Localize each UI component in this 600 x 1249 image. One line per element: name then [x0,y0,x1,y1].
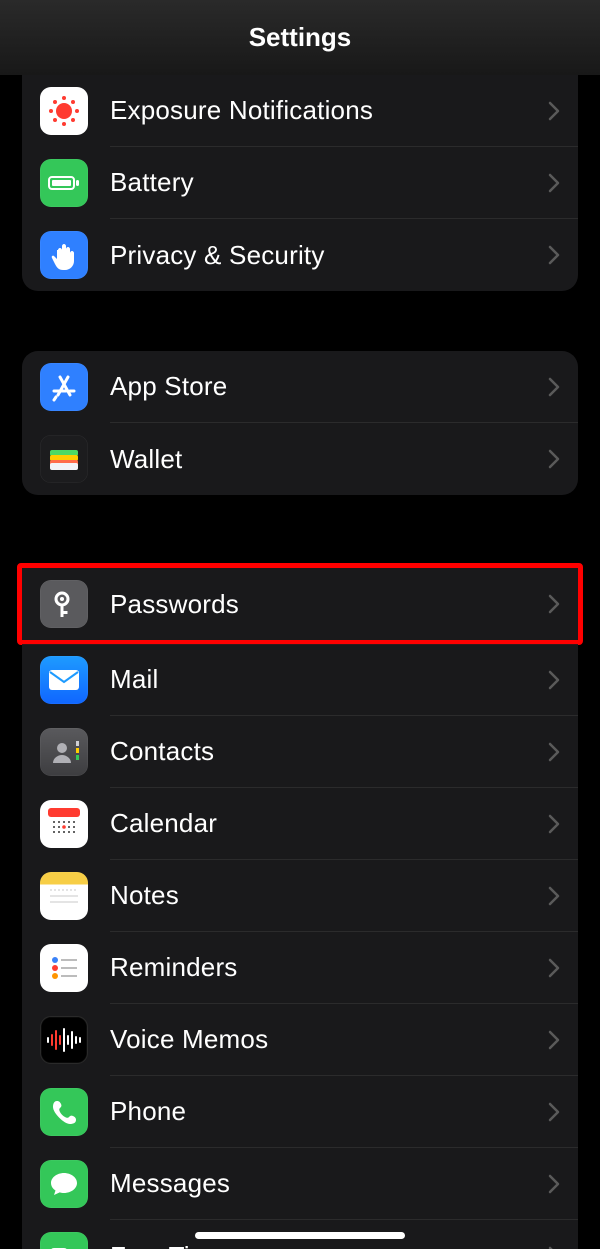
row-label: Contacts [110,736,214,767]
row-phone[interactable]: Phone [22,1076,578,1148]
row-messages[interactable]: Messages [22,1148,578,1220]
wallet-icon [40,435,88,483]
row-label: Passwords [110,589,239,620]
chevron-right-icon [548,886,560,906]
row-notes[interactable]: Notes [22,860,578,932]
row-reminders[interactable]: Reminders [22,932,578,1004]
row-privacy-security[interactable]: Privacy & Security [22,219,578,291]
reminders-icon [40,944,88,992]
header: Settings [0,0,600,75]
notes-icon [40,872,88,920]
chevron-right-icon [548,958,560,978]
app-store-icon [40,363,88,411]
row-label: Mail [110,664,158,695]
voice-memos-icon [40,1016,88,1064]
chevron-right-icon [548,1030,560,1050]
messages-icon [40,1160,88,1208]
chevron-right-icon [548,377,560,397]
phone-icon [40,1088,88,1136]
settings-group-system: Exposure Notifications Battery Privacy &… [22,75,578,291]
contacts-icon [40,728,88,776]
row-label: Reminders [110,952,238,983]
row-label: App Store [110,371,227,402]
home-indicator[interactable] [195,1232,405,1239]
highlight-passwords: Passwords [17,563,583,645]
battery-icon [40,159,88,207]
row-label: Messages [110,1168,230,1199]
row-exposure-notifications[interactable]: Exposure Notifications [22,75,578,147]
chevron-right-icon [548,814,560,834]
row-label: Notes [110,880,179,911]
exposure-notifications-icon [40,87,88,135]
row-voice-memos[interactable]: Voice Memos [22,1004,578,1076]
chevron-right-icon [548,1102,560,1122]
facetime-icon [40,1232,88,1249]
chevron-right-icon [548,670,560,690]
row-wallet[interactable]: Wallet [22,423,578,495]
row-calendar[interactable]: Calendar [22,788,578,860]
hand-icon [40,231,88,279]
row-contacts[interactable]: Contacts [22,716,578,788]
chevron-right-icon [548,101,560,121]
settings-group-user: Mail Contacts Calendar [22,644,578,1249]
settings-scroll[interactable]: Exposure Notifications Battery Privacy &… [0,75,600,1249]
row-label: FaceTime [110,1241,226,1249]
row-label: Battery [110,167,194,198]
row-label: Privacy & Security [110,240,325,271]
row-battery[interactable]: Battery [22,147,578,219]
row-app-store[interactable]: App Store [22,351,578,423]
settings-group-user-top: Passwords [22,568,578,640]
settings-group-apps: App Store Wallet [22,351,578,495]
row-mail[interactable]: Mail [22,644,578,716]
chevron-right-icon [548,594,560,614]
calendar-icon [40,800,88,848]
row-label: Voice Memos [110,1024,268,1055]
row-passwords[interactable]: Passwords [22,568,578,640]
row-label: Exposure Notifications [110,95,373,126]
chevron-right-icon [548,173,560,193]
chevron-right-icon [548,742,560,762]
row-label: Phone [110,1096,186,1127]
row-label: Calendar [110,808,217,839]
chevron-right-icon [548,245,560,265]
mail-icon [40,656,88,704]
chevron-right-icon [548,449,560,469]
chevron-right-icon [548,1174,560,1194]
row-label: Wallet [110,444,182,475]
page-title: Settings [249,22,352,53]
key-icon [40,580,88,628]
